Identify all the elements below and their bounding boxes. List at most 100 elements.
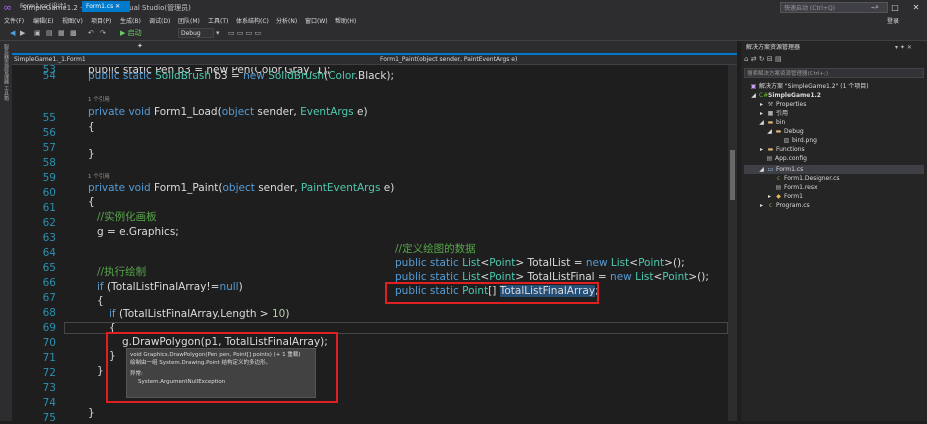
tree-item-bird-png[interactable]: ▧ bird.png: [783, 136, 817, 145]
tree-item-project[interactable]: ◢ C#SimpleGame1.2: [750, 91, 821, 100]
maximize-button[interactable]: □: [888, 1, 902, 14]
collapse-arrow-icon[interactable]: ▸: [758, 201, 765, 210]
tree-item-app-config[interactable]: ▤ App.config: [766, 154, 807, 163]
expand-arrow-icon[interactable]: ◢: [750, 91, 757, 100]
new-project-icon[interactable]: ▣: [34, 28, 41, 39]
start-button[interactable]: ▶ 启动: [120, 28, 142, 39]
undo-icon[interactable]: ↶: [88, 28, 94, 39]
form-icon: ▭: [767, 166, 774, 173]
open-folder-icon[interactable]: ▤: [46, 28, 53, 39]
line-number: 54: [42, 70, 56, 82]
line-number: 67: [42, 292, 56, 304]
editor-vertical-scrollbar[interactable]: [728, 65, 737, 421]
menu-team[interactable]: 团队(M): [178, 16, 200, 27]
navigate-forward-icon[interactable]: ▶: [20, 28, 25, 39]
sync-icon[interactable]: ⇄: [751, 55, 757, 63]
tree-item-form1-class[interactable]: ▸ ◆ Form1: [766, 192, 803, 201]
expand-arrow-icon[interactable]: ◢: [766, 127, 773, 136]
folder-icon: ▬: [767, 146, 774, 153]
folder-icon: ▬: [775, 128, 782, 135]
tree-item-form1-cs[interactable]: ◢ ▭ Form1.cs: [758, 165, 803, 174]
line-number: 61: [42, 202, 56, 214]
save-icon[interactable]: ▦: [58, 28, 65, 39]
minimize-button[interactable]: –: [866, 1, 880, 14]
code-line-77: }: [88, 407, 95, 419]
menu-architecture[interactable]: 体系结构(C): [236, 16, 269, 27]
tab-form1-code[interactable]: Form1.cs ✕: [82, 1, 130, 12]
line-number: 75: [42, 412, 56, 424]
line-number: 68: [42, 307, 56, 319]
visual-studio-logo-icon: ∞: [3, 1, 13, 14]
line-number: 64: [42, 247, 56, 259]
menu-edit[interactable]: 编辑(E): [33, 16, 53, 27]
tree-item-form1-resx[interactable]: ▤ Form1.resx: [775, 183, 818, 192]
code-line-69: if (TotalListFinalArray.Length > 10): [109, 308, 290, 320]
save-all-icon[interactable]: ▩: [70, 28, 77, 39]
resx-file-icon: ▤: [775, 184, 782, 191]
code-line-58: }: [88, 148, 95, 160]
menu-tools[interactable]: 工具(T): [208, 16, 228, 27]
solution-explorer-toolbar: ⌂ ⇄ ↻ ⊟ ▤: [744, 54, 924, 65]
collapse-arrow-icon[interactable]: ▸: [758, 145, 765, 154]
server-explorer-toolbox-tab[interactable]: 服务器资源管理器 工具箱: [1, 44, 10, 101]
menu-build[interactable]: 生成(B): [120, 16, 141, 27]
line-number: 73: [42, 382, 56, 394]
tab-form1-design[interactable]: Form1.cs [设计]: [16, 1, 70, 12]
reference-count-hint[interactable]: 1 个引用: [88, 96, 110, 104]
collapse-icon[interactable]: ⊟: [767, 55, 773, 63]
expand-arrow-icon[interactable]: ◢: [758, 165, 765, 174]
redo-icon[interactable]: ↷: [100, 28, 106, 39]
collapse-arrow-icon[interactable]: ▸: [758, 109, 765, 118]
overlay-comment: //定义绘图的数据: [395, 243, 476, 255]
line-number: 63: [42, 232, 56, 244]
pin-icon[interactable]: ▾ ✦ ✕: [895, 44, 912, 51]
line-number: 74: [42, 397, 56, 409]
line-number: 66: [42, 277, 56, 289]
refresh-icon[interactable]: ↻: [759, 55, 765, 63]
menu-file[interactable]: 文件(F): [4, 16, 24, 27]
menu-bar: 文件(F) 编辑(E) 视图(V) 项目(P) 生成(B) 调试(D) 团队(M…: [0, 16, 927, 27]
tree-item-program-cs[interactable]: ▸ c Program.cs: [758, 201, 810, 210]
login-link[interactable]: 登录: [887, 16, 899, 27]
line-number: 69: [42, 322, 56, 334]
navigate-back-icon[interactable]: ◀: [10, 28, 15, 39]
properties-icon[interactable]: ▤: [775, 55, 782, 63]
tree-item-bin[interactable]: ◢ ▬ bin: [758, 118, 785, 127]
pin-icon[interactable]: ✦: [137, 42, 143, 50]
code-line-63: g = e.Graphics;: [97, 226, 179, 238]
tree-item-functions[interactable]: ▸ ▬ Functions: [758, 145, 805, 154]
tree-item-references[interactable]: ▸ ■ 引用: [758, 109, 788, 118]
configuration-dropdown[interactable]: Debug: [178, 28, 214, 38]
code-line-61: {: [88, 196, 95, 208]
menu-view[interactable]: 视图(V): [62, 16, 83, 27]
reference-count-hint[interactable]: 1 个引用: [88, 173, 110, 181]
code-line-62: //实例化画板: [97, 211, 157, 223]
tree-item-debug[interactable]: ◢ ▬ Debug: [766, 127, 804, 136]
chevron-down-icon[interactable]: ▾: [216, 28, 220, 39]
menu-window[interactable]: 窗口(W): [305, 16, 328, 27]
line-number: 57: [42, 142, 56, 154]
menu-debug[interactable]: 调试(D): [149, 16, 170, 27]
close-button[interactable]: ✕: [909, 1, 923, 14]
cs-file-icon: c: [776, 175, 781, 182]
class-dropdown[interactable]: SimpleGame1._1.Form1: [14, 55, 372, 64]
member-dropdown[interactable]: Form1_Paint(object sender, PaintEventArg…: [380, 55, 730, 64]
tree-item-properties[interactable]: ▸ ⚒ Properties: [758, 100, 806, 109]
menu-project[interactable]: 项目(P): [91, 16, 111, 27]
collapse-arrow-icon[interactable]: ▸: [766, 192, 773, 201]
menu-analyze[interactable]: 分析(N): [276, 16, 297, 27]
cs-file-icon: c: [768, 202, 773, 209]
expand-arrow-icon[interactable]: ◢: [758, 118, 765, 127]
line-number: 62: [42, 217, 56, 229]
tree-item-solution[interactable]: ▣ 解决方案 "SimpleGame1.2" (1 个项目): [750, 82, 869, 91]
code-line-68: {: [97, 295, 104, 307]
collapse-arrow-icon[interactable]: ▸: [758, 100, 765, 109]
tree-item-form1-designer[interactable]: c Form1.Designer.cs: [775, 174, 840, 183]
scrollbar-thumb[interactable]: [730, 150, 735, 200]
references-icon: ■: [767, 110, 774, 117]
csharp-project-icon: C#: [759, 92, 769, 99]
menu-help[interactable]: 帮助(H): [335, 16, 356, 27]
home-icon[interactable]: ⌂: [744, 55, 748, 63]
solution-search-input[interactable]: 搜索解决方案资源管理器(Ctrl+;): [744, 68, 924, 78]
toolbar-tools-icon[interactable]: ▭ ▭ ▭ ▭: [228, 28, 261, 39]
